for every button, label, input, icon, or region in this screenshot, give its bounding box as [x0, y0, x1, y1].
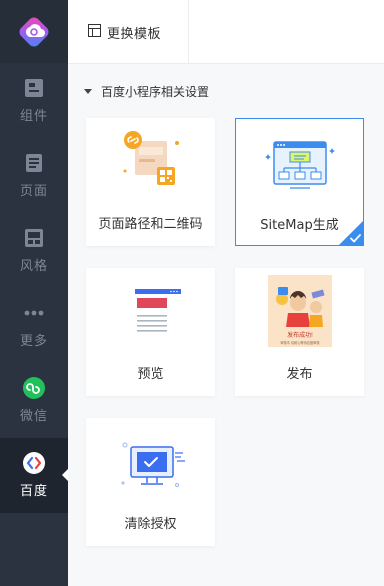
sidebar: 组件 页面 风格 更多 微信 百度	[0, 0, 69, 586]
page-icon	[23, 152, 45, 174]
clear-authorization-illustration	[86, 418, 215, 506]
card-preview[interactable]: 预览	[86, 268, 215, 396]
section-title: 百度小程序相关设置	[101, 84, 210, 99]
sidebar-item-component[interactable]: 组件	[0, 63, 68, 138]
more-icon	[23, 302, 45, 324]
topbar: 更换模板	[68, 0, 384, 64]
style-icon	[23, 227, 45, 249]
publish-art-title: 发布成功!	[287, 331, 313, 339]
sidebar-item-style[interactable]: 风格	[0, 213, 68, 288]
wechat-icon	[23, 377, 45, 399]
template-icon	[88, 23, 101, 41]
card-label: 预览	[137, 367, 164, 382]
card-label: 发布	[286, 367, 313, 382]
baidu-icon	[23, 452, 45, 474]
selected-check-icon	[338, 220, 364, 246]
sidebar-item-label: 更多	[19, 334, 48, 349]
sidebar-item-wechat[interactable]: 微信	[0, 363, 68, 438]
page-path-qrcode-illustration	[86, 118, 215, 206]
sidebar-item-more[interactable]: 更多	[0, 288, 68, 363]
card-sitemap[interactable]: SiteMap生成	[235, 118, 364, 246]
sidebar-item-label: 微信	[19, 409, 48, 424]
caret-down-icon	[84, 88, 92, 94]
publish-art-subtitle: 审核中 请耐心等待百度审核	[280, 340, 320, 345]
card-publish[interactable]: 发布成功! 审核中 请耐心等待百度审核 发布	[235, 268, 364, 396]
sidebar-item-label: 页面	[19, 184, 48, 199]
sidebar-item-label: 组件	[19, 109, 48, 124]
card-label: SiteMap生成	[260, 218, 339, 233]
card-label: 页面路径和二维码	[98, 217, 203, 232]
preview-illustration	[86, 268, 215, 356]
sidebar-item-baidu[interactable]: 百度	[0, 438, 69, 513]
card-clear-authorization[interactable]: 清除授权	[86, 418, 215, 546]
change-template-label: 更换模板	[107, 26, 162, 42]
card-label: 清除授权	[124, 517, 177, 532]
change-template-button[interactable]: 更换模板	[68, 0, 189, 64]
card-page-path-qrcode[interactable]: 页面路径和二维码	[86, 118, 215, 246]
sidebar-item-page[interactable]: 页面	[0, 138, 68, 213]
publish-illustration: 发布成功! 审核中 请耐心等待百度审核	[235, 268, 364, 356]
sitemap-illustration	[235, 119, 364, 207]
component-icon	[23, 77, 45, 99]
sidebar-item-label: 风格	[19, 259, 48, 274]
section-header[interactable]: 百度小程序相关设置	[84, 82, 209, 100]
main-panel: 更换模板 百度小程序相关设置 页面路径和二维码 SiteMap生成 预览 发布成…	[68, 0, 384, 586]
app-logo[interactable]	[0, 0, 68, 63]
sidebar-item-label: 百度	[19, 484, 48, 499]
